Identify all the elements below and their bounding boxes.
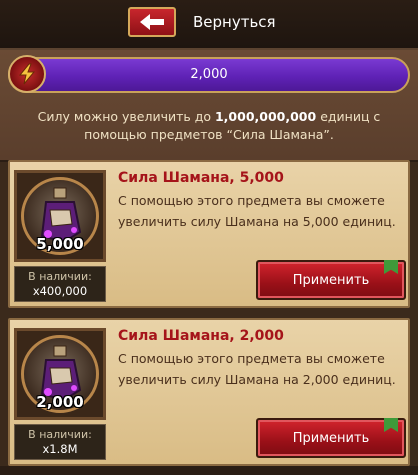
item-title: Сила Шамана, 5,000 — [118, 170, 284, 186]
item-card: 2,000 В наличии: x1.8M Сила Шамана, 2,00… — [8, 318, 410, 466]
item-description: С помощью этого предмета вы сможете увел… — [118, 351, 396, 387]
stock-box: В наличии: x400,000 — [14, 266, 106, 302]
apply-button-label: Применить — [292, 431, 370, 446]
green-bookmark-icon — [384, 260, 398, 274]
back-button[interactable] — [128, 7, 176, 37]
power-info-text: Силу можно увеличить до 1,000,000,000 ед… — [20, 108, 398, 144]
bottom-strip — [0, 466, 418, 475]
item-description: С помощью этого предмета вы сможете увел… — [118, 193, 396, 229]
apply-button-label: Применить — [292, 273, 370, 288]
item-amount: 5,000 — [36, 235, 84, 253]
stock-value: x400,000 — [32, 284, 88, 298]
apply-button[interactable]: Применить — [256, 418, 406, 458]
item-card: 5,000 В наличии: x400,000 Сила Шамана, 5… — [8, 160, 410, 308]
back-label[interactable]: Вернуться — [193, 13, 276, 31]
power-info-panel: 2,000 Силу можно увеличить до 1,000,000,… — [0, 50, 418, 162]
info-text-before: Силу можно увеличить до — [37, 109, 215, 124]
max-power-value: 1,000,000,000 — [214, 109, 317, 124]
stock-value: x1.8M — [42, 442, 78, 456]
item-thumbnail: 5,000 — [14, 170, 106, 262]
stock-label: В наличии: — [28, 428, 92, 441]
apply-button[interactable]: Применить — [256, 260, 406, 300]
power-bar: 2,000 — [8, 55, 410, 93]
power-value: 2,000 — [190, 67, 228, 82]
arrow-left-icon — [140, 14, 164, 30]
stock-label: В наличии: — [28, 270, 92, 283]
item-title: Сила Шамана, 2,000 — [118, 328, 284, 344]
stock-box: В наличии: x1.8M — [14, 424, 106, 460]
item-thumbnail: 2,000 — [14, 328, 106, 420]
item-amount: 2,000 — [36, 393, 84, 411]
green-bookmark-icon — [384, 418, 398, 432]
top-bar: Вернуться — [0, 0, 418, 50]
